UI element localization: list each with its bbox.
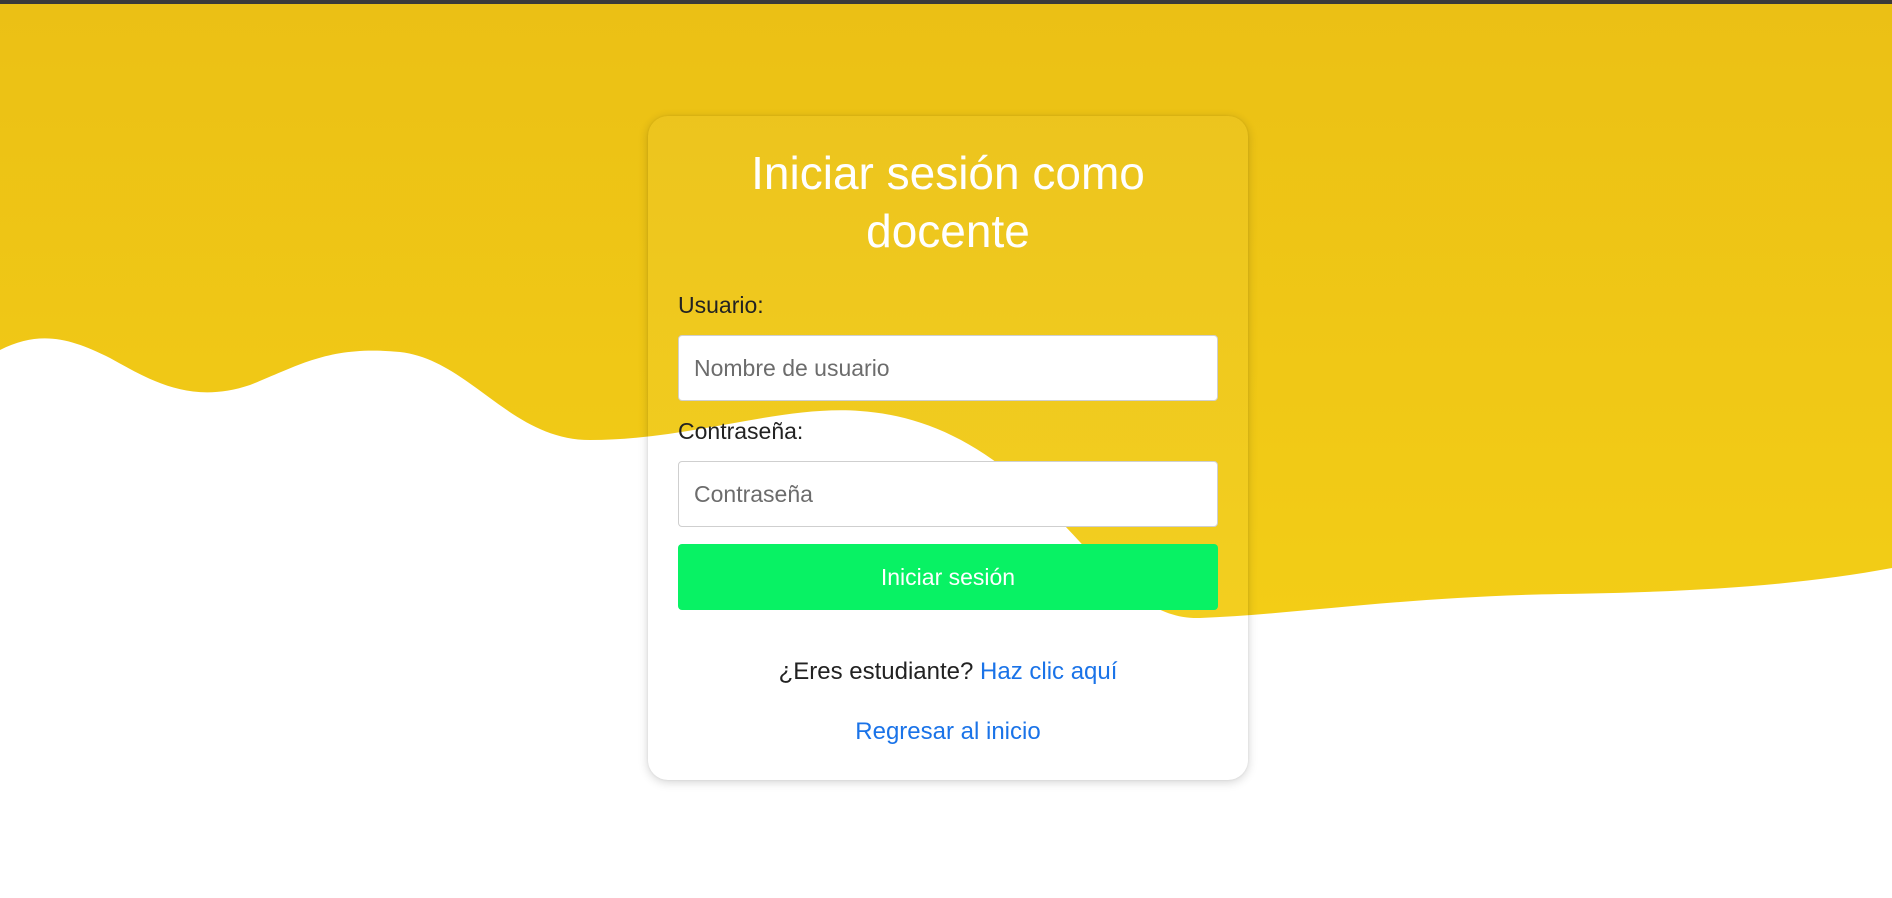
student-prompt-line: ¿Eres estudiante? Haz clic aquí (648, 658, 1248, 686)
student-prompt-text: ¿Eres estudiante? (778, 658, 981, 685)
page-title: Iniciar sesión como docente (648, 144, 1248, 260)
title-line-1: Iniciar sesión como (751, 147, 1145, 199)
username-label: Usuario: (678, 292, 764, 318)
login-card: Iniciar sesión como docente Usuario: Con… (648, 116, 1248, 780)
username-input[interactable] (678, 335, 1218, 401)
back-line: Regresar al inicio (648, 718, 1248, 746)
back-to-home-link[interactable]: Regresar al inicio (855, 718, 1040, 745)
password-label: Contraseña: (678, 418, 804, 444)
password-input[interactable] (678, 461, 1218, 527)
login-button[interactable]: Iniciar sesión (678, 544, 1218, 610)
window-top-border (0, 0, 1892, 4)
student-login-link[interactable]: Haz clic aquí (980, 658, 1117, 685)
title-line-2: docente (866, 205, 1030, 257)
